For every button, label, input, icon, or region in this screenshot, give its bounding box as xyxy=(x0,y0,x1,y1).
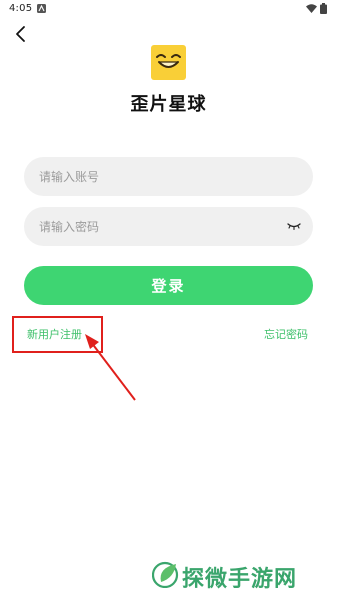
watermark: 探微手游网 xyxy=(152,558,332,592)
status-time: 4:05 xyxy=(9,3,33,14)
leaf-logo-icon xyxy=(152,561,179,588)
login-button[interactable]: 登录 xyxy=(24,266,313,305)
battery-icon xyxy=(320,3,327,14)
wifi-icon xyxy=(306,4,317,13)
account-input[interactable] xyxy=(39,157,279,196)
smiling-face-logo xyxy=(151,45,186,80)
a-badge-icon xyxy=(37,4,46,13)
annotation-arrow xyxy=(85,334,136,401)
watermark-text: 探微手游网 xyxy=(182,567,298,592)
forgot-password-link[interactable]: 忘记密码 xyxy=(264,326,308,342)
account-field[interactable] xyxy=(24,157,313,196)
password-field[interactable] xyxy=(24,207,313,246)
password-input[interactable] xyxy=(39,207,279,246)
status-bar: 4:05 xyxy=(0,0,337,18)
app-title: 歪片星球 xyxy=(130,94,207,115)
back-arrow-icon[interactable] xyxy=(12,24,30,44)
closed-eye-icon[interactable] xyxy=(287,221,301,231)
